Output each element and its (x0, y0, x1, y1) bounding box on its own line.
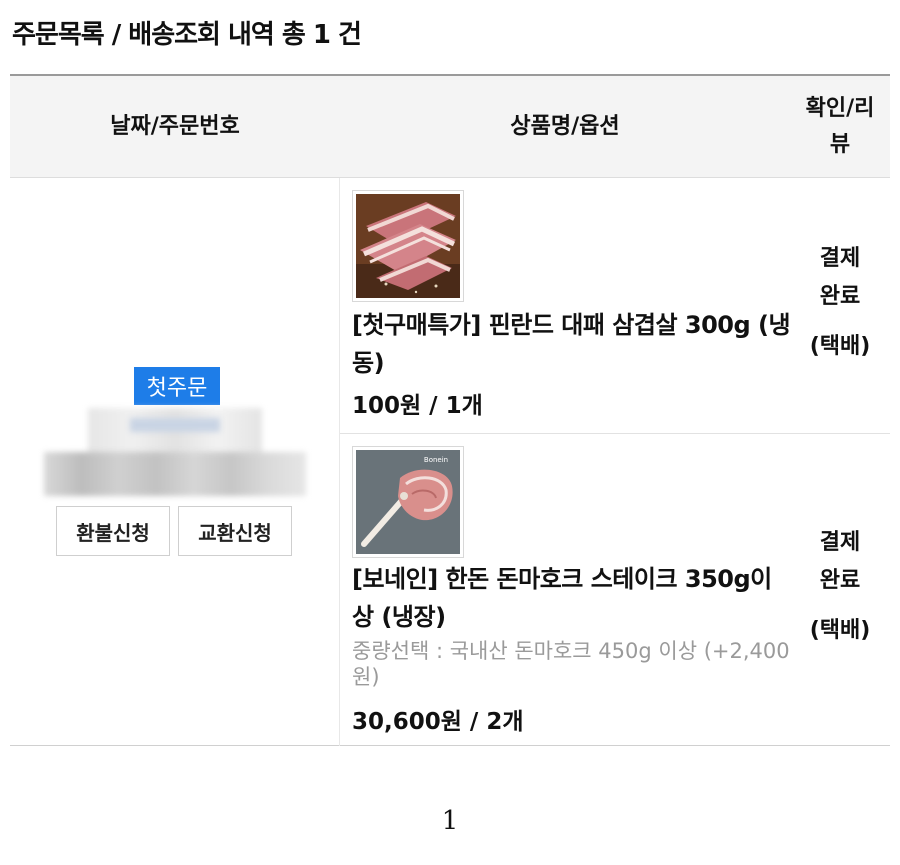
product-name[interactable]: [첫구매특가] 핀란드 대패 삼겹살 300g (냉동) (352, 306, 792, 382)
table-header: 날짜/주문번호 상품명/옵션 확인/리뷰 (10, 76, 890, 178)
order-date-cell: 첫주문 환불신청 교환신청 (10, 178, 340, 746)
order-item-row: Bonein [보네인] 한돈 돈마호크 스테이크 350g이상 (냉장) 중량… (340, 434, 890, 746)
orders-table: 날짜/주문번호 상품명/옵션 확인/리뷰 첫주문 환불신청 교환신청 [첫구매특… (10, 74, 890, 746)
page-title: 주문목록 / 배송조회 내역 총 1 건 (12, 20, 362, 50)
pagination: 1 (0, 806, 900, 836)
product-price-quantity: 100원 / 1개 (352, 393, 483, 419)
first-order-badge: 첫주문 (134, 367, 220, 405)
order-status-cell: 결제 완료 (택배) (790, 240, 890, 366)
exchange-request-button[interactable]: 교환신청 (178, 506, 292, 556)
header-product-option: 상품명/옵션 (510, 113, 620, 139)
header-confirm-review: 확인/리뷰 (805, 96, 875, 157)
brand-watermark: Bonein (424, 456, 448, 464)
payment-status-line2: 완료 (819, 568, 861, 593)
blurred-order-number (44, 452, 306, 496)
order-status-cell: 결제 완료 (택배) (790, 524, 890, 650)
payment-status-line1: 결제 (819, 530, 861, 555)
product-option: 중량선택 : 국내산 돈마호크 450g 이상 (+2,400원) (352, 639, 790, 689)
delivery-method: (택배) (809, 334, 871, 359)
pork-belly-image[interactable] (352, 190, 464, 302)
table-body: 첫주문 환불신청 교환신청 [첫구매특가] 핀란드 대패 삼겹살 300g (냉… (10, 178, 890, 746)
product-name[interactable]: [보네인] 한돈 돈마호크 스테이크 350g이상 (냉장) (352, 560, 792, 636)
header-date-order-number: 날짜/주문번호 (110, 113, 240, 139)
tomahawk-steak-image[interactable]: Bonein (352, 446, 464, 558)
payment-status-line1: 결제 (819, 246, 861, 271)
delivery-method: (택배) (809, 618, 871, 643)
product-price-quantity: 30,600원 / 2개 (352, 709, 524, 735)
page-number-current[interactable]: 1 (442, 806, 459, 836)
order-item-row: [첫구매특가] 핀란드 대패 삼겹살 300g (냉동) 100원 / 1개 결… (340, 178, 890, 434)
refund-request-button[interactable]: 환불신청 (56, 506, 170, 556)
blurred-order-date-text (130, 418, 220, 432)
payment-status-line2: 완료 (819, 284, 861, 309)
